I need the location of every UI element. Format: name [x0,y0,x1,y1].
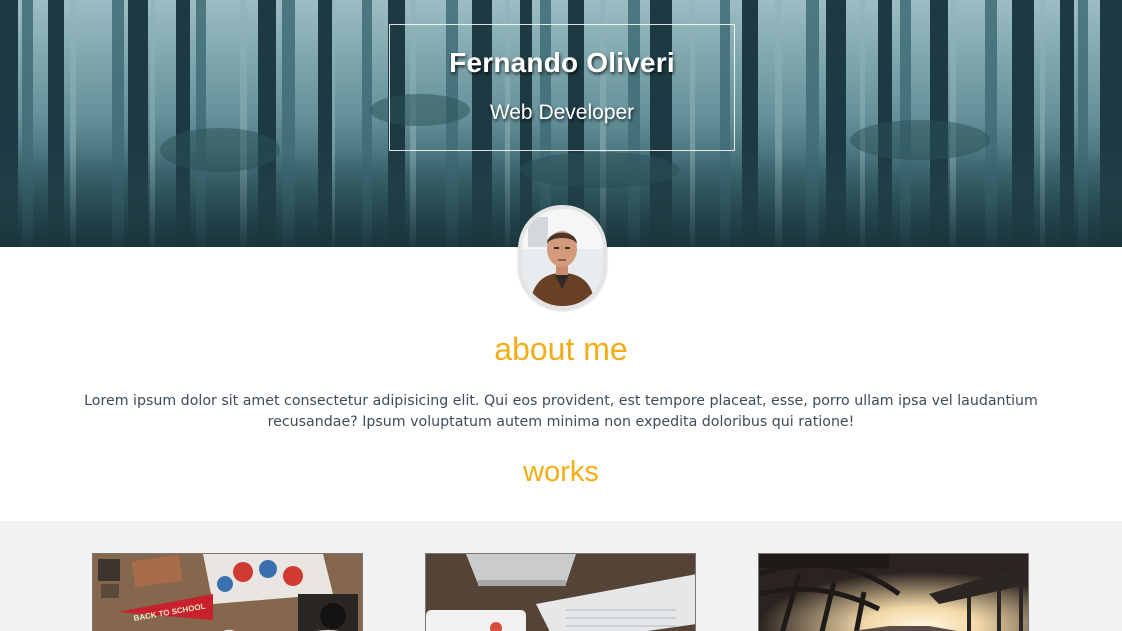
hero-role: Web Developer [489,101,635,124]
work-thumbnail-school-supplies: BACK TO SCHOOL [93,554,362,631]
work-card[interactable]: BACK TO SCHOOL [92,553,363,631]
hero-title-box: Fernando Oliveri Web Developer [389,24,735,151]
works-heading: works [523,456,599,488]
hero-name: Fernando Oliveri [449,47,675,78]
work-card[interactable] [758,553,1029,631]
profile-avatar [518,205,607,310]
about-heading: about me [494,331,628,367]
work-thumbnail-train-station [759,554,1028,631]
works-gallery: BACK TO SCHOOL [0,521,1122,631]
about-paragraph: Lorem ipsum dolor sit amet consectetur a… [84,393,1038,430]
work-card[interactable] [425,553,696,631]
work-thumbnail-desk-keyboard [426,554,695,631]
profile-photo [522,209,603,306]
